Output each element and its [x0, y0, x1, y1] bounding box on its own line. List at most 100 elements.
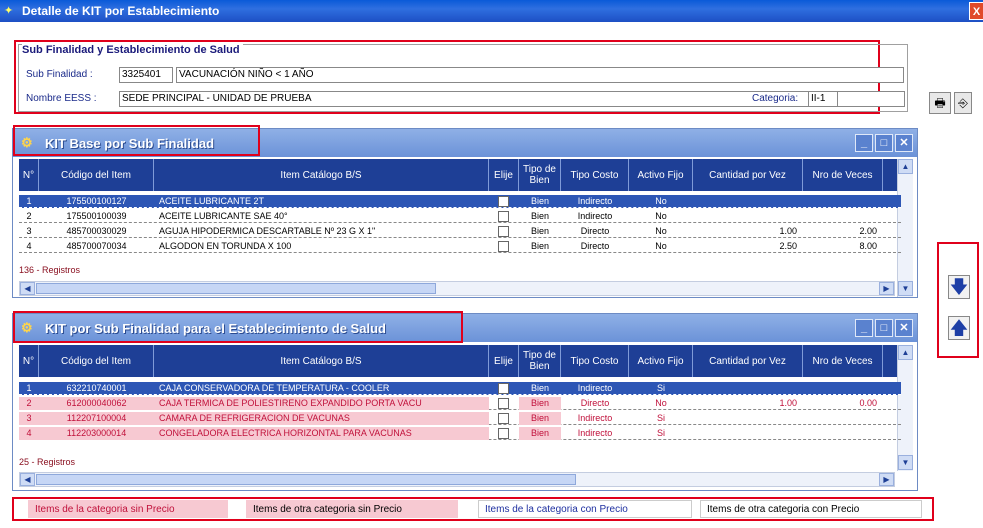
cell-item: AGUJA HIPODERMICA DESCARTABLE Nº 23 G X …	[159, 226, 376, 236]
col-elije[interactable]: Elije	[489, 345, 519, 377]
table-row[interactable]: 3 112207100004 CAMARA DE REFRIGERACION DE …	[19, 412, 901, 425]
cell-activo-fijo: No	[655, 211, 667, 221]
scroll-right-icon[interactable]: ▶	[879, 282, 894, 295]
col-activo-fijo[interactable]: Activo Fijo	[629, 345, 693, 377]
scroll-up-icon[interactable]: ▲	[898, 159, 913, 174]
print-button[interactable]: 🖶	[929, 92, 951, 114]
elije-checkbox[interactable]	[498, 196, 509, 207]
kit-eess-grid-header: N° Código del Item Item Catálogo B/S Eli…	[19, 345, 901, 377]
col-cantidad[interactable]: Cantidad por Vez	[693, 159, 803, 191]
cell-item: CAMARA DE REFRIGERACION DE VACUNAS	[159, 413, 350, 423]
exit-button[interactable]: ⎆	[954, 92, 972, 114]
cell-tipo-bien: Bien	[530, 226, 549, 236]
cell-cantidad	[693, 412, 797, 425]
cell-codigo: 632210740001	[66, 383, 127, 393]
hscroll-thumb[interactable]	[36, 474, 576, 485]
move-up-button[interactable]: 🡅	[948, 316, 970, 340]
cell-tipo-costo: Indirecto	[577, 211, 613, 221]
col-item[interactable]: Item Catálogo B/S	[154, 345, 489, 377]
table-row[interactable]: 3 485700030029 AGUJA HIPODERMICA DESCARTAB…	[19, 225, 901, 238]
printer-icon: 🖶	[934, 96, 946, 110]
cell-codigo: 485700030029	[66, 226, 127, 236]
cell-tipo-bien: Bien	[530, 413, 549, 423]
elije-checkbox[interactable]	[498, 428, 509, 439]
sub-finalidad-name-field[interactable]: VACUNACIÓN NIÑO < 1 AÑO	[176, 67, 904, 83]
elije-checkbox[interactable]	[498, 413, 509, 424]
cell-cantidad	[693, 427, 797, 440]
table-row[interactable]: 4 485700070034 ALGODON EN TORUNDA X 100 Bie…	[19, 240, 901, 253]
cell-tipo-costo: Indirecto	[577, 428, 613, 438]
col-nro-veces[interactable]: Nro de Veces	[803, 345, 883, 377]
kit-base-grid-header: N° Código del Item Item Catálogo B/S Eli…	[19, 159, 901, 191]
panel-close-button[interactable]: ✕	[895, 134, 913, 152]
hscroll-thumb[interactable]	[36, 283, 436, 294]
scroll-right-icon[interactable]: ▶	[879, 473, 894, 486]
kit-eess-title-highlight	[13, 311, 463, 343]
table-row[interactable]: 1 175500100127 ACEITE LUBRICANTE 2T Bien Ind…	[19, 195, 901, 208]
legend-cat-con-precio: Items de la categoria con Precio	[478, 500, 692, 518]
col-tipo-costo[interactable]: Tipo Costo	[561, 345, 629, 377]
table-row[interactable]: 2 612000040062 CAJA TERMICA DE POLIESTIREN…	[19, 397, 901, 410]
maximize-button[interactable]: □	[875, 134, 893, 152]
scroll-left-icon[interactable]: ◀	[20, 473, 35, 486]
cell-cantidad: 1.00	[779, 226, 797, 236]
elije-checkbox[interactable]	[498, 226, 509, 237]
col-codigo[interactable]: Código del Item	[39, 159, 154, 191]
cell-activo-fijo: No	[655, 196, 667, 206]
maximize-button[interactable]: □	[875, 319, 893, 337]
cell-tipo-bien: Bien	[530, 241, 549, 251]
move-down-button[interactable]: 🡇	[948, 275, 970, 299]
kit-base-hscroll[interactable]: ◀ ▶	[19, 281, 895, 296]
cell-tipo-bien: Bien	[530, 428, 549, 438]
scroll-down-icon[interactable]: ▼	[898, 281, 913, 296]
cell-item: CAJA TERMICA DE POLIESTIRENO EXPANDIDO P…	[159, 398, 422, 408]
cell-item: CAJA CONSERVADORA DE TEMPERATURA - COOLE…	[159, 383, 390, 393]
cell-tipo-costo: Directo	[580, 398, 610, 408]
col-item[interactable]: Item Catálogo B/S	[154, 159, 489, 191]
cell-n: 4	[26, 241, 32, 251]
cell-n: 3	[26, 413, 32, 423]
cell-n: 1	[26, 383, 32, 393]
col-activo-fijo[interactable]: Activo Fijo	[629, 159, 693, 191]
col-codigo[interactable]: Código del Item	[39, 345, 154, 377]
table-row[interactable]: 2 175500100039 ACEITE LUBRICANTE SAE 40° Bi…	[19, 210, 901, 223]
elije-checkbox[interactable]	[498, 383, 509, 394]
cell-n: 1	[26, 196, 32, 206]
scroll-left-icon[interactable]: ◀	[20, 282, 35, 295]
scroll-up-icon[interactable]: ▲	[898, 345, 913, 360]
col-tipo-costo[interactable]: Tipo Costo	[561, 159, 629, 191]
elije-checkbox[interactable]	[498, 211, 509, 222]
col-cantidad[interactable]: Cantidad por Vez	[693, 345, 803, 377]
elije-checkbox[interactable]	[498, 241, 509, 252]
cell-tipo-costo: Indirecto	[577, 383, 613, 393]
cell-n: 2	[26, 398, 32, 408]
col-n[interactable]: N°	[19, 159, 39, 191]
exit-icon: ⎆	[958, 96, 968, 110]
kit-eess-hscroll[interactable]: ◀ ▶	[19, 472, 895, 487]
table-row[interactable]: 1 632210740001 CAJA CONSERVADORA DE TEMPER…	[19, 382, 901, 395]
close-button[interactable]: X	[969, 2, 983, 20]
scroll-down-icon[interactable]: ▼	[898, 455, 913, 470]
cell-tipo-costo: Indirecto	[577, 413, 613, 423]
cell-nro-veces: 2.00	[859, 226, 877, 236]
cell-tipo-costo: Directo	[580, 226, 610, 236]
table-row[interactable]: 4 112203000014 CONGELADORA ELECTRICA HORIZ…	[19, 427, 901, 440]
col-tipo-bien[interactable]: Tipo de Bien	[519, 345, 561, 377]
col-nro-veces[interactable]: Nro de Veces	[803, 159, 883, 191]
minimize-button[interactable]: _	[855, 319, 873, 337]
elije-checkbox[interactable]	[498, 398, 509, 409]
cell-tipo-bien: Bien	[530, 196, 549, 206]
cell-tipo-costo: Indirecto	[577, 196, 613, 206]
panel-close-button[interactable]: ✕	[895, 319, 913, 337]
window-title: Detalle de KIT por Establecimiento	[22, 4, 220, 18]
cell-nro-veces	[803, 427, 877, 440]
legend-cat-sin-precio: Items de la categoria sin Precio	[28, 500, 228, 518]
cell-tipo-bien: Bien	[530, 398, 549, 408]
col-tipo-bien[interactable]: Tipo de Bien	[519, 159, 561, 191]
col-n[interactable]: N°	[19, 345, 39, 377]
minimize-button[interactable]: _	[855, 134, 873, 152]
categoria-field[interactable]: II-1	[808, 91, 838, 107]
col-elije[interactable]: Elije	[489, 159, 519, 191]
cell-activo-fijo: No	[655, 226, 667, 236]
sub-finalidad-code-field[interactable]: 3325401	[119, 67, 173, 83]
